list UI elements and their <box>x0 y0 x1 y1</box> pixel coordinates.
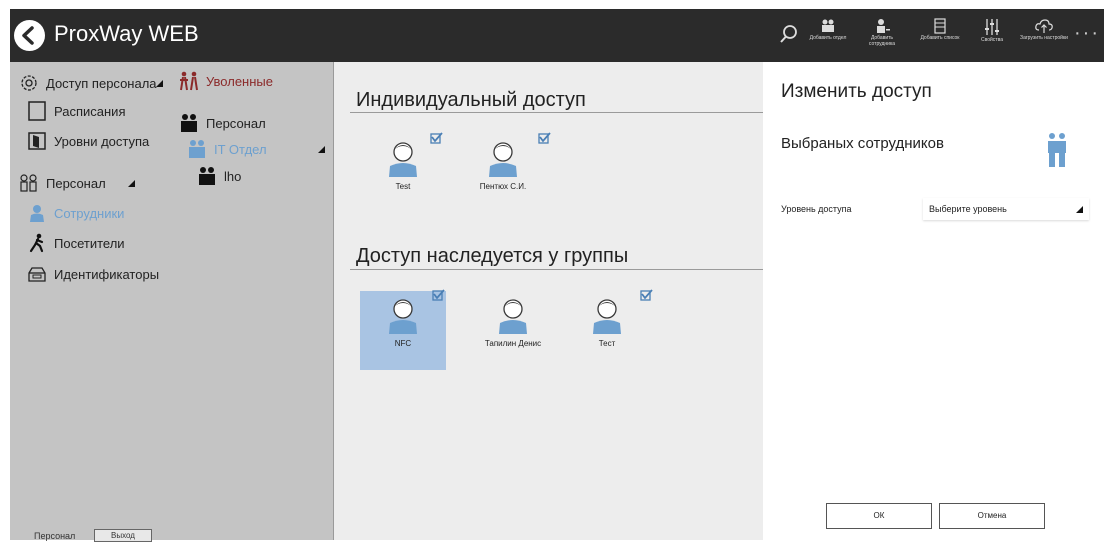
checkbox-checked-icon[interactable] <box>432 289 445 301</box>
person-card-selected[interactable]: NFC <box>366 291 440 369</box>
nav-schedules[interactable]: Расписания <box>26 100 125 122</box>
schedule-icon <box>26 100 48 122</box>
collapse-it-icon[interactable] <box>318 146 325 153</box>
person-name: Test <box>395 182 411 191</box>
collapse-personnel-icon[interactable] <box>128 180 135 187</box>
upload-settings-button[interactable]: Загрузить настройки <box>1020 18 1068 58</box>
upload-settings-label: Загрузить настройки <box>1020 35 1068 41</box>
nav-access-levels[interactable]: Уровни доступа <box>26 130 149 152</box>
department-tree: Уволенные Персонал IT Отдел lho <box>170 62 334 540</box>
person-card[interactable]: Тест <box>570 291 644 369</box>
employee-avatar-icon <box>389 299 417 334</box>
department-icon <box>186 138 208 160</box>
checkbox-checked-icon[interactable] <box>538 132 551 144</box>
more-menu-button[interactable]: ··· <box>1074 22 1100 45</box>
access-level-select[interactable]: Выберите уровень <box>923 198 1089 220</box>
top-bar: ProxWay WEB Добавить отдел Добавить сотр… <box>10 9 1104 62</box>
tree-it-department-label: IT Отдел <box>214 141 267 157</box>
upload-settings-icon <box>1035 19 1053 33</box>
logout-button[interactable]: Выход <box>94 529 152 542</box>
checkbox-checked-icon[interactable] <box>640 289 653 301</box>
tree-fired[interactable]: Уволенные <box>178 70 273 92</box>
add-department-icon <box>822 19 834 32</box>
tree-personnel-label: Персонал <box>206 115 266 131</box>
nav-access-levels-label: Уровни доступа <box>54 133 150 149</box>
person-name: Тапилин Денис <box>484 339 542 348</box>
individual-access-title: Индивидуальный доступ <box>356 89 586 111</box>
employee-avatar-icon <box>593 299 621 334</box>
personnel-icon-small <box>196 165 218 187</box>
tree-it-department[interactable]: IT Отдел <box>186 138 267 160</box>
selected-employees-icon <box>1048 133 1066 167</box>
person-card[interactable]: Тапилин Денис <box>476 291 550 369</box>
individual-divider <box>350 112 763 113</box>
add-employee-label: Добавить сотрудника <box>868 35 896 47</box>
properties-button[interactable]: Свойства <box>968 18 1016 58</box>
tree-lho-label: lho <box>224 168 242 184</box>
add-list-label: Добавить список <box>920 35 960 41</box>
personnel-group-icon <box>18 172 40 194</box>
nav-visitors-label: Посетители <box>54 235 125 251</box>
fired-people-icon <box>178 70 200 92</box>
person-name: NFC <box>394 339 412 348</box>
back-button[interactable] <box>14 20 45 51</box>
nav-personnel-group-label: Персонал <box>46 175 106 191</box>
nav-schedules-label: Расписания <box>54 103 126 119</box>
tree-fired-label: Уволенные <box>206 73 273 89</box>
access-level-label: Уровень доступа <box>781 204 852 214</box>
tree-personnel[interactable]: Персонал <box>178 112 266 134</box>
employee-avatar-icon <box>489 142 517 177</box>
nav-access-group[interactable]: Доступ персонала <box>18 72 157 94</box>
nav-visitors[interactable]: Посетители <box>26 232 125 254</box>
add-list-button[interactable]: Добавить список <box>916 18 964 58</box>
nav-identifiers-label: Идентификаторы <box>54 266 160 282</box>
employee-avatar-icon <box>389 142 417 177</box>
panel-subtitle: Выбраных сотрудников <box>781 135 944 152</box>
inherited-access-title: Доступ наследуется у группы <box>356 245 629 267</box>
employee-avatar-icon <box>499 299 527 334</box>
properties-label: Свойства <box>981 37 1003 43</box>
tree-lho[interactable]: lho <box>196 165 241 187</box>
nav-employees-label: Сотрудники <box>54 205 125 221</box>
cancel-button[interactable]: Отмена <box>939 503 1045 529</box>
personnel-icon <box>178 112 200 134</box>
employee-icon <box>26 202 48 224</box>
add-employee-icon <box>877 19 890 33</box>
person-name: Пентюх С.И. <box>479 182 527 191</box>
nav-identifiers[interactable]: Идентификаторы <box>26 263 159 285</box>
main-sidebar: Доступ персонала Расписания Уровни досту… <box>10 62 170 540</box>
card-tray-icon <box>26 263 48 285</box>
bottom-bar: Персонал Выход <box>10 528 170 542</box>
back-arrow-icon <box>22 26 34 45</box>
add-department-button[interactable]: Добавить отдел <box>804 18 852 58</box>
nav-personnel-group[interactable]: Персонал <box>18 172 106 194</box>
checkbox-checked-icon[interactable] <box>430 132 443 144</box>
add-department-label: Добавить отдел <box>809 35 847 41</box>
gear-icon <box>18 72 40 94</box>
edit-access-panel: Изменить доступ Выбраных сотрудников Уро… <box>763 62 1104 540</box>
app-title: ProxWay WEB <box>54 21 199 46</box>
nav-access-group-label: Доступ персонала <box>46 75 157 91</box>
nav-employees[interactable]: Сотрудники <box>26 202 124 224</box>
search-button[interactable] <box>778 23 800 50</box>
add-list-icon <box>934 18 946 34</box>
dropdown-arrow-icon <box>1076 206 1083 213</box>
search-icon <box>780 25 797 43</box>
properties-icon <box>985 19 999 35</box>
access-level-value: Выберите уровень <box>929 204 1007 214</box>
panel-title: Изменить доступ <box>781 81 932 102</box>
person-name: Тест <box>598 339 616 348</box>
inherited-divider <box>350 269 763 270</box>
add-employee-button[interactable]: Добавить сотрудника <box>858 18 906 58</box>
collapse-access-icon[interactable] <box>156 80 163 87</box>
ok-button[interactable]: ОК <box>826 503 932 529</box>
person-card[interactable]: Пентюх С.И. <box>466 134 540 212</box>
door-icon <box>26 130 48 152</box>
person-card[interactable]: Test <box>366 134 440 212</box>
visitor-walking-icon <box>26 232 48 254</box>
